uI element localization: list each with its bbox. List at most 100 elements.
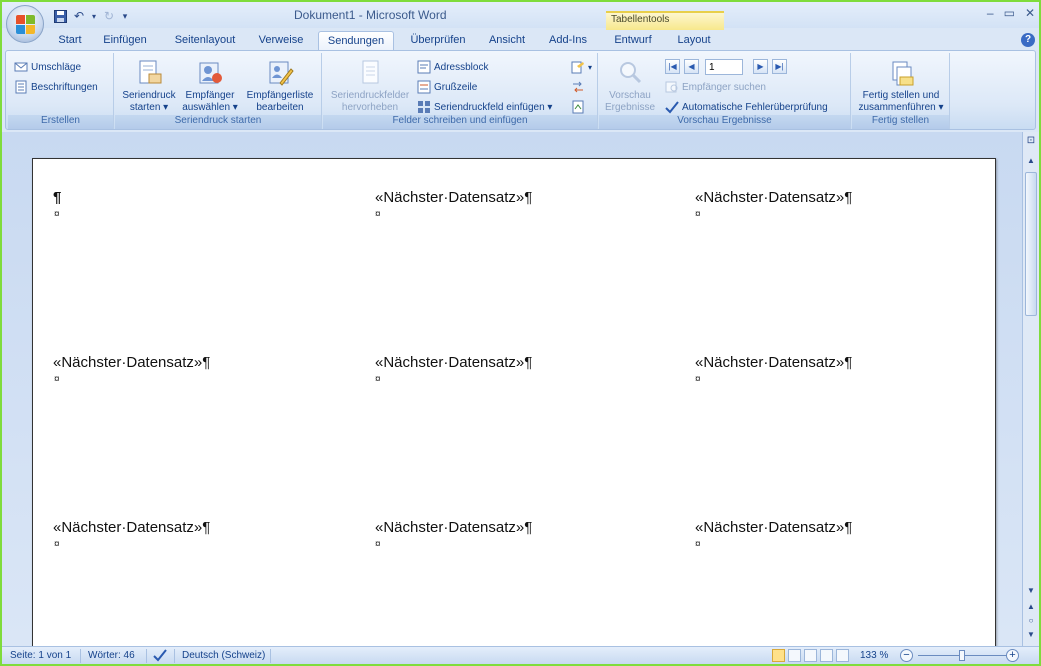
customize-qat-icon[interactable]: ▾ [120, 8, 130, 24]
seriendruckfeld-einfuegen-button[interactable]: Seriendruckfeld einfügen ▾ [417, 100, 552, 114]
finish-merge-icon [887, 59, 915, 87]
tab-entwurf[interactable]: Entwurf [608, 31, 658, 51]
cell-end-mark: ¤ [695, 374, 701, 385]
quick-access-toolbar: ↶ ▾ ↻ ▾ [52, 7, 130, 25]
merge-field-next-record[interactable]: «Nächster·Datensatz»¶ [53, 354, 210, 371]
maximize-button[interactable]: ▭ [1004, 6, 1015, 20]
tab-sendungen[interactable]: Sendungen [318, 31, 394, 51]
merge-field-next-record[interactable]: «Nächster·Datensatz»¶ [53, 519, 210, 536]
draft-view-icon[interactable] [836, 649, 849, 662]
ruler-toggle-icon[interactable]: ⊡ [1024, 134, 1038, 148]
select-recipients-icon [196, 59, 224, 87]
adressblock-button[interactable]: Adressblock [417, 60, 488, 74]
tab-verweise[interactable]: Verweise [252, 31, 310, 51]
zoom-in-icon[interactable]: + [1006, 649, 1019, 662]
match-fields-button[interactable] [571, 80, 585, 94]
undo-dropdown-icon[interactable]: ▾ [90, 8, 98, 24]
scrollbar-thumb[interactable] [1025, 172, 1037, 316]
vertical-scrollbar[interactable]: ⊡ ▲ ▼ ▲ ○ ▼ [1022, 132, 1039, 646]
next-record-button[interactable]: ▶ [753, 59, 768, 74]
tab-einfuegen[interactable]: Einfügen [98, 31, 152, 51]
page-count-status[interactable]: Seite: 1 von 1 [10, 650, 71, 661]
merge-field-next-record[interactable]: «Nächster·Datensatz»¶ [695, 189, 852, 206]
document-area: ¶ ¤ «Nächster·Datensatz»¶ ¤ «Nächster·Da… [2, 132, 1022, 658]
mail-merge-document-icon [135, 59, 163, 87]
office-button[interactable] [6, 5, 44, 43]
update-labels-button[interactable] [571, 100, 585, 114]
preview-magnifier-icon [616, 59, 644, 87]
merge-field-next-record[interactable]: «Nächster·Datensatz»¶ [375, 189, 532, 206]
tab-seitenlayout[interactable]: Seitenlayout [166, 31, 244, 51]
group-label-fertig: Fertig stellen [852, 115, 949, 129]
automatische-fehlerpruefung-button[interactable]: Automatische Fehlerüberprüfung [665, 100, 828, 114]
proofing-icon[interactable] [152, 648, 168, 664]
save-icon[interactable] [52, 8, 68, 24]
scroll-up-icon[interactable]: ▲ [1024, 154, 1038, 168]
cell-end-mark: ¤ [54, 539, 60, 550]
match-fields-icon [571, 80, 585, 94]
cell-end-mark: ¤ [54, 209, 60, 220]
web-layout-view-icon[interactable] [804, 649, 817, 662]
seriendruck-starten-button[interactable]: Seriendruck starten ▾ [119, 59, 179, 114]
window-controls: – ▭ ✕ [987, 6, 1035, 20]
cell-end-mark: ¤ [54, 374, 60, 385]
first-record-button[interactable]: |◀ [665, 59, 680, 74]
help-icon[interactable]: ? [1021, 33, 1035, 47]
update-labels-icon [571, 100, 585, 114]
window-title: Dokument1 - Microsoft Word [294, 8, 447, 22]
tab-ansicht[interactable]: Ansicht [482, 31, 532, 51]
previous-page-icon[interactable]: ▲ [1024, 600, 1038, 614]
tab-ueberpruefen[interactable]: Überprüfen [402, 31, 474, 51]
merge-field-next-record[interactable]: «Nächster·Datensatz»¶ [375, 354, 532, 371]
minimize-button[interactable]: – [987, 6, 994, 20]
browse-object-icon[interactable]: ○ [1024, 614, 1038, 628]
cell-end-mark: ¤ [375, 539, 381, 550]
record-number-input[interactable] [705, 59, 743, 75]
umschlaege-button[interactable]: Umschläge [14, 60, 81, 74]
rules-button[interactable]: ▾ [571, 60, 592, 74]
zoom-level[interactable]: 133 % [860, 650, 888, 661]
redo-icon[interactable]: ↻ [101, 8, 117, 24]
tab-start[interactable]: Start [50, 31, 90, 51]
next-page-icon[interactable]: ▼ [1024, 628, 1038, 642]
labels-icon [14, 80, 28, 94]
merge-field-next-record[interactable]: «Nächster·Datensatz»¶ [695, 354, 852, 371]
tab-layout[interactable]: Layout [668, 31, 720, 51]
label-cell-first[interactable]: ¶ [53, 189, 61, 206]
document-page[interactable]: ¶ ¤ «Nächster·Datensatz»¶ ¤ «Nächster·Da… [32, 158, 996, 658]
group-label-felder: Felder schreiben und einfügen [323, 115, 597, 129]
fertig-stellen-und-zusammenfuehren-button[interactable]: Fertig stellen und zusammenführen ▾ [854, 59, 948, 114]
scroll-down-icon[interactable]: ▼ [1024, 584, 1038, 598]
previous-record-button[interactable]: ◀ [684, 59, 699, 74]
title-bar: ↶ ▾ ↻ ▾ Dokument1 - Microsoft Word Tabel… [2, 2, 1039, 43]
greeting-line-icon [417, 80, 431, 94]
last-record-icon: ▶| [775, 62, 784, 71]
zoom-slider-thumb[interactable] [959, 650, 965, 661]
empfaengerliste-bearbeiten-button[interactable]: Empfängerliste bearbeiten [243, 59, 317, 114]
vorschau-ergebnisse-button[interactable]: Vorschau Ergebnisse [601, 59, 659, 114]
office-logo-icon [16, 15, 36, 35]
grusszeile-button[interactable]: Grußzeile [417, 80, 477, 94]
outline-view-icon[interactable] [820, 649, 833, 662]
merge-field-next-record[interactable]: «Nächster·Datensatz»¶ [375, 519, 532, 536]
group-seriendruck-starten: Seriendruck starten ▾ Empfänger auswähle… [115, 53, 322, 129]
status-divider [146, 649, 147, 663]
full-screen-reading-view-icon[interactable] [788, 649, 801, 662]
group-erstellen: Umschläge Beschriftungen Erstellen [8, 53, 114, 129]
tab-add-ins[interactable]: Add-Ins [542, 31, 594, 51]
insert-merge-field-icon [417, 100, 431, 114]
close-button[interactable]: ✕ [1025, 6, 1035, 20]
last-record-button[interactable]: ▶| [772, 59, 787, 74]
empfaenger-auswaehlen-button[interactable]: Empfänger auswählen ▾ [179, 59, 241, 114]
undo-icon[interactable]: ↶ [71, 8, 87, 24]
group-label-seriendruck-starten: Seriendruck starten [115, 115, 321, 129]
language-status[interactable]: Deutsch (Schweiz) [182, 650, 265, 661]
zoom-out-icon[interactable]: − [900, 649, 913, 662]
seriendruckfelder-hervorheben-button[interactable]: Seriendruckfelder hervorheben [325, 59, 415, 114]
empfaenger-suchen-button[interactable]: Empfänger suchen [665, 80, 766, 94]
word-count-status[interactable]: Wörter: 46 [88, 650, 135, 661]
check-errors-icon [665, 100, 679, 114]
print-layout-view-icon[interactable] [772, 649, 785, 662]
beschriftungen-button[interactable]: Beschriftungen [14, 80, 98, 94]
merge-field-next-record[interactable]: «Nächster·Datensatz»¶ [695, 519, 852, 536]
